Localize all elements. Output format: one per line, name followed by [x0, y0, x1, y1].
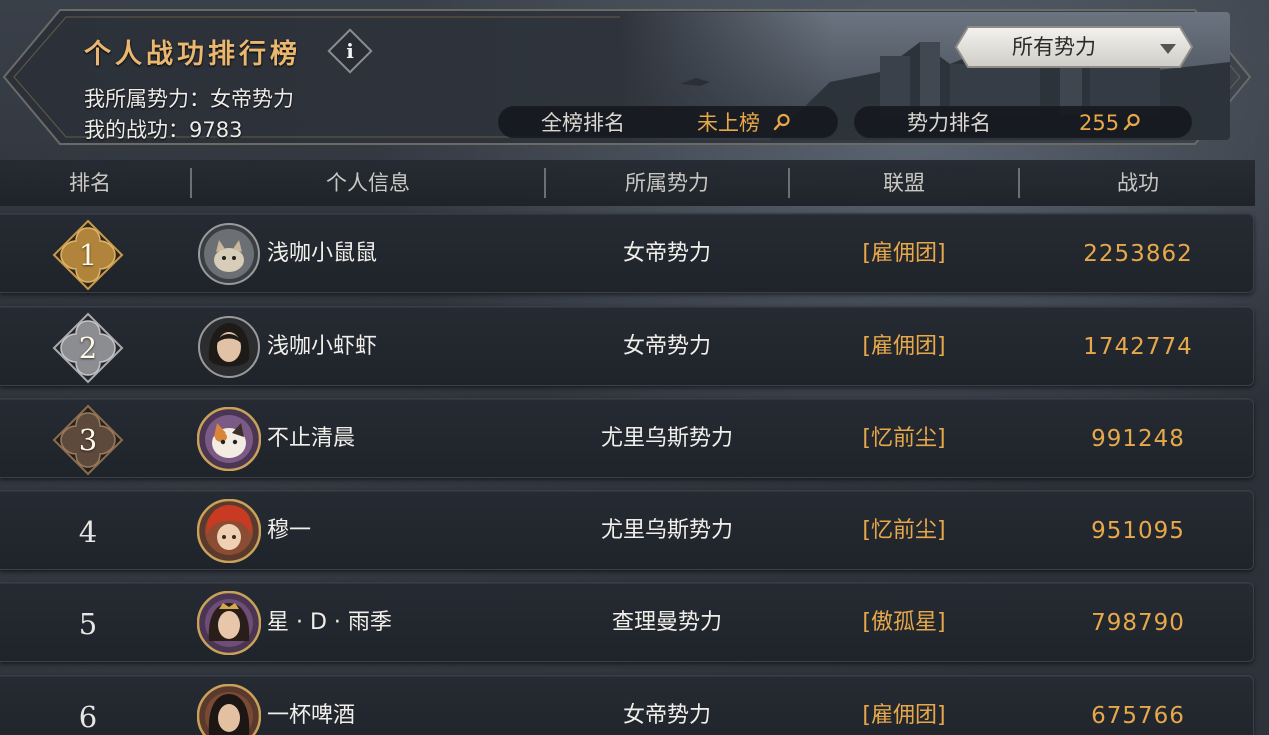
player-merit: 951095	[1091, 518, 1185, 544]
header-panel: 个人战功排行榜 i 我所属势力：女帝势力 我的战功：9783 所有势力 全榜排名…	[0, 8, 1255, 146]
player-name: 一杯啤酒	[267, 703, 356, 728]
rank-number: 6	[78, 700, 98, 734]
faction-rank-value: 255	[1079, 111, 1120, 135]
my-merit-text: 我的战功：9783	[84, 118, 243, 142]
player-merit: 1742774	[1083, 334, 1193, 360]
rank-number: 1	[78, 238, 98, 272]
player-alliance: [忆前尘]	[862, 518, 946, 543]
column-header-faction: 所属势力	[625, 171, 709, 195]
rank-badge-bronze: 3	[52, 404, 124, 476]
column-header-player-info: 个人信息	[326, 171, 410, 195]
faction-filter-dropdown[interactable]: 所有势力	[954, 25, 1194, 69]
magnifier-icon[interactable]	[1123, 113, 1141, 131]
page-title: 个人战功排行榜	[84, 38, 301, 70]
player-alliance: [雇佣团]	[862, 703, 946, 728]
column-header-alliance: 联盟	[883, 171, 925, 195]
player-alliance: [傲孤星]	[862, 610, 946, 635]
player-faction: 尤里乌斯势力	[600, 518, 733, 543]
title-row: 个人战功排行榜 i	[84, 28, 373, 74]
player-alliance: [雇佣团]	[862, 334, 946, 359]
info-icon: i	[346, 39, 354, 63]
player-name: 星 · D · 雨季	[267, 610, 392, 635]
cat-avatar[interactable]	[197, 222, 261, 286]
global-rank-pill[interactable]: 全榜排名 未上榜	[498, 106, 838, 138]
player-faction: 尤里乌斯势力	[600, 426, 733, 451]
dark-hair-avatar[interactable]	[197, 684, 261, 735]
magnifier-icon[interactable]	[773, 113, 791, 131]
rank-number: 5	[78, 607, 98, 641]
player-name: 浅咖小鼠鼠	[267, 241, 378, 266]
column-header-merit: 战功	[1117, 171, 1159, 195]
red-hair-avatar[interactable]	[197, 499, 261, 563]
crowned-woman-avatar[interactable]	[197, 591, 261, 655]
player-merit: 991248	[1091, 426, 1185, 452]
calico-cat-avatar[interactable]	[197, 407, 261, 471]
player-merit: 2253862	[1083, 241, 1193, 267]
rank-badge-silver: 2	[52, 312, 124, 384]
table-row[interactable]: 6 一杯啤酒 女帝势力 [雇佣团] 675766	[0, 675, 1254, 735]
player-faction: 女帝势力	[622, 241, 711, 266]
table-row[interactable]: 4 穆一 尤里乌斯势力 [忆前尘] 951095	[0, 490, 1254, 570]
player-name: 不止清晨	[267, 426, 356, 451]
player-alliance: [雇佣团]	[862, 241, 946, 266]
table-row[interactable]: 2 浅咖小虾虾 女帝势力 [雇佣团] 1742774	[0, 306, 1254, 386]
faction-filter-value: 所有势力	[1012, 35, 1096, 59]
table-row[interactable]: 1 浅咖小鼠鼠 女帝势力 [雇佣团] 2253862	[0, 213, 1254, 293]
info-button[interactable]: i	[327, 28, 373, 74]
player-faction: 查理曼势力	[611, 610, 722, 635]
rank-badge-gold: 1	[52, 219, 124, 291]
column-header-rank: 排名	[69, 171, 111, 195]
player-merit: 798790	[1091, 610, 1185, 636]
my-faction-text: 我所属势力：女帝势力	[84, 87, 294, 111]
rank-number: 4	[78, 515, 98, 549]
rank-number: 2	[78, 331, 98, 365]
table-row[interactable]: 5 星 · D · 雨季 查理曼势力 [傲孤星] 798790	[0, 582, 1254, 662]
faction-rank-pill[interactable]: 势力排名 255	[854, 106, 1192, 138]
global-rank-value: 未上榜	[697, 111, 760, 135]
player-name: 浅咖小虾虾	[267, 334, 378, 359]
table-row[interactable]: 3 不止清晨 尤里乌斯势力 [忆前尘] 991248	[0, 398, 1254, 478]
player-alliance: [忆前尘]	[862, 426, 946, 451]
player-faction: 女帝势力	[622, 334, 711, 359]
global-rank-label: 全榜排名	[541, 111, 625, 135]
woman-avatar[interactable]	[197, 315, 261, 379]
faction-rank-label: 势力排名	[907, 111, 991, 135]
player-faction: 女帝势力	[622, 703, 711, 728]
rank-number: 3	[78, 423, 98, 457]
player-name: 穆一	[267, 518, 312, 543]
player-merit: 675766	[1091, 703, 1185, 729]
table-header: 排名 个人信息 所属势力 联盟 战功	[0, 160, 1255, 206]
triangle-down-icon	[1160, 44, 1176, 54]
